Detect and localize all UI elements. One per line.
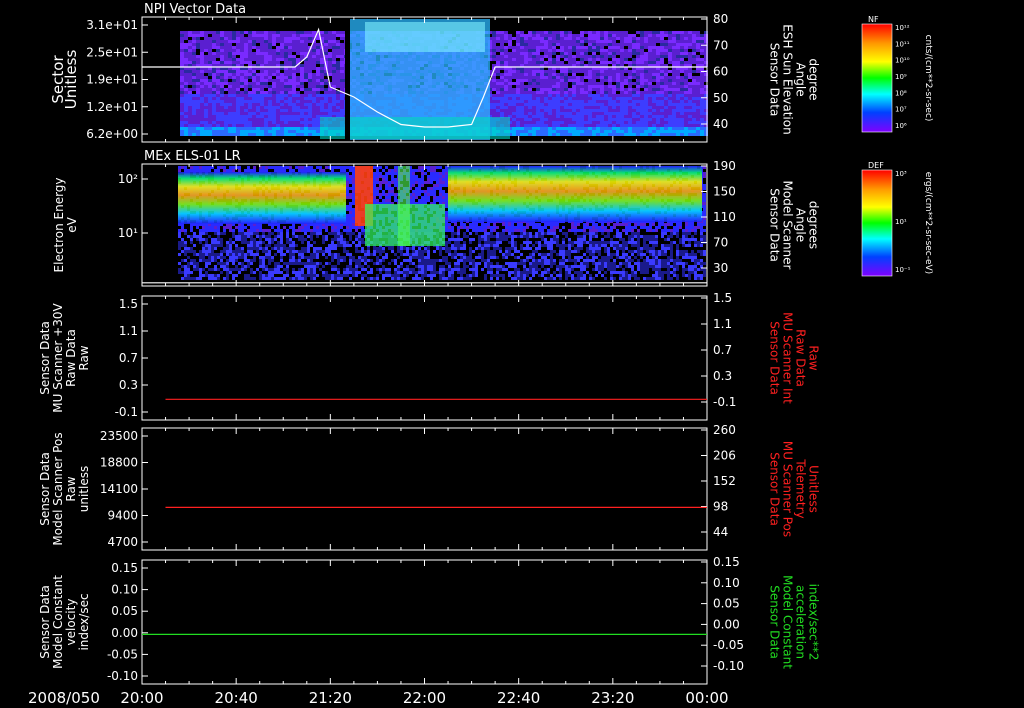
x-tick-label: 21:20 xyxy=(309,689,352,707)
y2-tick-label: 0.15 xyxy=(713,555,740,569)
y2-axis-label: Sensor DataMU Scanner PosTelemetryUnitle… xyxy=(768,441,821,537)
y-axis-label: Sensor DataModel Constantvelocityindex/s… xyxy=(38,575,91,669)
y2-tick-label: 0.05 xyxy=(713,597,740,611)
y-tick-label: 14100 xyxy=(100,482,138,496)
y2-tick-label: 60 xyxy=(713,65,728,79)
y2-tick-label: -0.1 xyxy=(713,395,736,409)
y2-axis-label: Sensor DataModel ScannerAngledegrees xyxy=(768,181,821,270)
y2-tick-label: 1.5 xyxy=(713,291,732,305)
colorbar-tick: 10¹⁰ xyxy=(895,57,910,65)
panel-frame xyxy=(141,559,708,685)
colorbar-tick: 10⁹ xyxy=(895,73,907,81)
y-tick-label: 10¹ xyxy=(118,226,138,240)
colorbar-unit: cnts/(cm**2-sr-sec) xyxy=(923,35,933,122)
colorbar-tick: 10⁷ xyxy=(895,106,907,114)
colorbar-tick: 10⁸ xyxy=(895,89,907,97)
y-tick-label: 3.1e+01 xyxy=(86,18,138,32)
x-tick-label: 20:00 xyxy=(120,689,163,707)
y-tick-label: -0.05 xyxy=(107,647,138,661)
colorbar-tick: 10¹ xyxy=(895,218,907,226)
chart-stage: 3.1e+01 2.5e+01 1.9e+01 1.2e+01 6.2e+00 80 70 6… xyxy=(28,2,933,707)
panel-5: 0.15 0.10 0.05 0.00 -0.05 -0.10 0.15 0.10 0.05 0.… xyxy=(38,555,821,685)
y2-tick-label: 260 xyxy=(713,423,736,437)
y-tick-label: 1.9e+01 xyxy=(86,73,138,87)
y-axis-label: Electron EnergyeV xyxy=(52,177,79,272)
colorbar-tick: 10¹² xyxy=(895,24,910,32)
y2-axis-label: Sensor DataESH Sun ElevationAngledegree xyxy=(768,24,821,134)
y-axis-label: SectorUnitless xyxy=(49,50,80,110)
colorbar-nf: NF 10¹² 10¹¹ 10¹⁰ 10⁹ 10⁸ 10⁷ 10⁶ cnts/(cm**2-sr… xyxy=(861,15,933,133)
els-spectrogram xyxy=(178,166,706,280)
x-tick-label: 22:00 xyxy=(403,689,446,707)
x-tick-label: 22:40 xyxy=(497,689,540,707)
x-tick-label: 00:00 xyxy=(685,689,728,707)
y-tick-label: 0.3 xyxy=(119,378,138,392)
y2-tick-label: 70 xyxy=(713,236,728,250)
panel-title: NPI Vector Data xyxy=(144,2,246,17)
y2-axis-label: Sensor DataMU Scanner IntRaw DataRaw xyxy=(768,312,821,404)
y-axis-label: Sensor DataMU Scanner +30VRaw DataRaw xyxy=(38,303,91,413)
x-tick-label: 23:20 xyxy=(591,689,634,707)
y-tick-label: 0.10 xyxy=(111,583,138,597)
y-tick-label: 6.2e+00 xyxy=(86,127,138,141)
panel-2: 10² 10¹ 190 150 110 70 30 MEx ELS-01 LR Electron… xyxy=(52,149,821,287)
y-tick-label: 1.1 xyxy=(119,324,138,338)
y-tick-label: 1.5 xyxy=(119,297,138,311)
y2-tick-label: 110 xyxy=(713,210,736,224)
colorbar-tick: 10⁻¹ xyxy=(895,266,911,274)
colorbar-def: DEF 10³ 10¹ 10⁻¹ ergs/(cm**2-sr-sec-eV) xyxy=(861,161,933,277)
colorbar-tick: 10¹¹ xyxy=(895,40,910,48)
y2-tick-label: 152 xyxy=(713,474,736,488)
panel-4: 23500 18800 14100 9400 4700 260 206 152 98 44 Sens… xyxy=(38,423,821,551)
y-tick-label: 4700 xyxy=(107,535,138,549)
y-tick-label: 0.15 xyxy=(111,561,138,575)
y-axis-label: Sensor DataModel Scanner PosRawunitless xyxy=(38,432,91,545)
y2-axis-label: Sensor DataModel Constantaccelerationind… xyxy=(768,575,821,669)
y2-tick-label: 40 xyxy=(713,117,728,131)
y2-tick-label: -0.10 xyxy=(713,659,744,673)
y-tick-label: 0.7 xyxy=(119,351,138,365)
panel-title: MEx ELS-01 LR xyxy=(144,149,241,164)
y-tick-label: 23500 xyxy=(100,429,138,443)
y2-tick-label: 30 xyxy=(713,261,728,275)
colorbar-tick: 10³ xyxy=(895,170,907,178)
y2-tick-label: 0.7 xyxy=(713,343,732,357)
colorbar-label: DEF xyxy=(868,161,884,170)
y-tick-label: 10² xyxy=(118,172,138,186)
x-tick-label: 20:40 xyxy=(215,689,258,707)
y2-tick-label: 150 xyxy=(713,185,736,199)
y-tick-label: 2.5e+01 xyxy=(86,45,138,59)
panel-frame xyxy=(141,427,708,551)
y2-tick-label: 206 xyxy=(713,449,736,463)
y2-tick-label: 0.00 xyxy=(713,617,740,631)
y2-tick-label: 44 xyxy=(713,525,728,539)
panel-1: 3.1e+01 2.5e+01 1.9e+01 1.2e+01 6.2e+00 80 70 6… xyxy=(49,2,821,143)
y-tick-label: 0.05 xyxy=(111,604,138,618)
panel-3: 1.5 1.1 0.7 0.3 -0.1 1.5 1.1 0.7 0.3 -0.1 Sensor D… xyxy=(38,291,821,421)
y2-tick-label: -0.05 xyxy=(713,638,744,652)
npi-spectrogram xyxy=(180,19,708,140)
y2-tick-label: 98 xyxy=(713,500,728,514)
y2-tick-label: 50 xyxy=(713,91,728,105)
y2-tick-label: 80 xyxy=(713,12,728,26)
y2-tick-label: 70 xyxy=(713,38,728,52)
y2-tick-label: 0.3 xyxy=(713,369,732,383)
colorbar-label: NF xyxy=(868,15,879,24)
y-tick-label: 9400 xyxy=(107,509,138,523)
y-tick-label: -0.1 xyxy=(115,405,138,419)
y2-tick-label: 1.1 xyxy=(713,317,732,331)
y2-tick-label: 0.10 xyxy=(713,576,740,590)
y-tick-label: 1.2e+01 xyxy=(86,100,138,114)
date-label: 2008/050 xyxy=(28,689,100,707)
y-tick-label: -0.10 xyxy=(107,669,138,683)
colorbar-tick: 10⁶ xyxy=(895,122,907,130)
y-tick-label: 18800 xyxy=(100,456,138,470)
colorbar-unit: ergs/(cm**2-sr-sec-eV) xyxy=(923,172,933,274)
y2-tick-label: 190 xyxy=(713,159,736,173)
y-tick-label: 0.00 xyxy=(111,626,138,640)
panel-frame xyxy=(141,295,708,421)
